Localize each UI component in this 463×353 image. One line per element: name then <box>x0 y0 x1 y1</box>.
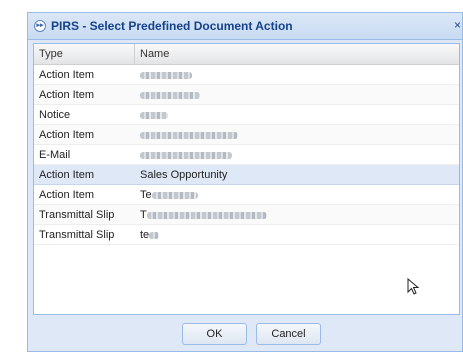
redacted-text <box>140 151 232 159</box>
background-strip <box>0 0 463 10</box>
cell-type: Transmittal Slip <box>39 209 115 221</box>
redacted-text <box>140 71 192 79</box>
cell-name: T <box>135 205 455 224</box>
cell-name <box>135 145 455 164</box>
table-row[interactable]: E-Mail <box>34 145 459 165</box>
cell-type: Notice <box>39 109 71 121</box>
cell-type: Action Item <box>39 129 95 141</box>
dialog-title: PIRS - Select Predefined Document Action <box>51 19 293 33</box>
redacted-text <box>140 111 168 119</box>
table-row[interactable]: Action Item <box>34 85 459 105</box>
cell-name-text: Sales Opportunity <box>140 169 228 181</box>
cell-name-text: te <box>140 229 150 241</box>
table-row[interactable]: Notice <box>34 105 459 125</box>
table-row[interactable]: Action Item Sales Opportunity <box>34 165 459 185</box>
redacted-text <box>151 191 198 199</box>
cell-name-text: Te <box>140 189 152 201</box>
window-app-icon: ▸▸ <box>34 20 46 32</box>
ok-button[interactable]: OK <box>182 323 247 345</box>
cell-name: Te <box>135 185 455 204</box>
cell-type: Action Item <box>39 69 95 81</box>
redacted-text <box>140 91 200 99</box>
redacted-text <box>149 231 160 239</box>
column-header-type[interactable]: Type <box>34 44 135 64</box>
dialog-footer: OK Cancel <box>28 315 462 353</box>
cell-name: Sales Opportunity <box>135 165 455 184</box>
table-row[interactable]: Action Item Te <box>34 185 459 205</box>
cancel-button[interactable]: Cancel <box>256 323 321 345</box>
cell-type: Action Item <box>39 169 95 181</box>
select-document-action-dialog: ▸▸ PIRS - Select Predefined Document Act… <box>27 12 463 352</box>
redacted-text <box>146 211 267 219</box>
dialog-titlebar[interactable]: ▸▸ PIRS - Select Predefined Document Act… <box>28 13 462 40</box>
cell-type: Action Item <box>39 189 95 201</box>
table-row[interactable]: Transmittal Slip T <box>34 205 459 225</box>
cell-name-text: T <box>140 209 147 221</box>
grid-header: Type Name <box>34 44 459 65</box>
cell-name <box>135 125 455 144</box>
redacted-text <box>140 131 238 139</box>
cell-name <box>135 85 455 104</box>
table-row[interactable]: Action Item <box>34 65 459 85</box>
cell-name: te <box>135 225 455 244</box>
cell-name <box>135 65 455 84</box>
mouse-cursor-icon <box>407 278 420 295</box>
close-icon[interactable]: × <box>454 18 463 32</box>
table-row[interactable]: Transmittal Slip te <box>34 225 459 245</box>
cell-name <box>135 105 455 124</box>
cell-type: E-Mail <box>39 149 71 161</box>
document-action-grid: Type Name Action Item Action Item Notice Ac… <box>33 43 460 315</box>
cell-type: Action Item <box>39 89 95 101</box>
column-header-name[interactable]: Name <box>135 44 459 64</box>
grid-rows: Action Item Action Item Notice Action Item E… <box>34 65 459 245</box>
table-row[interactable]: Action Item <box>34 125 459 145</box>
cell-type: Transmittal Slip <box>39 229 115 241</box>
